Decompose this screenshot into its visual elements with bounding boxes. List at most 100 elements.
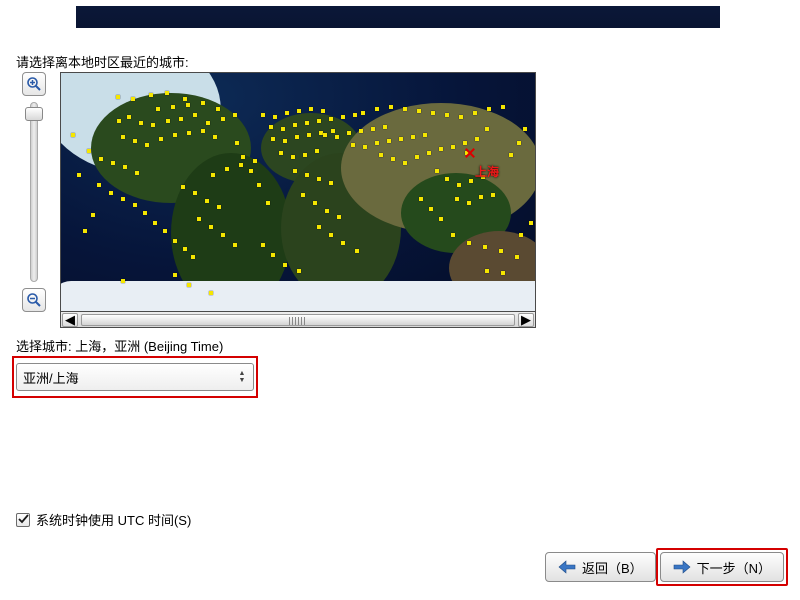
city-dot[interactable] xyxy=(313,201,317,205)
city-dot[interactable] xyxy=(499,249,503,253)
city-dot[interactable] xyxy=(317,225,321,229)
city-dot[interactable] xyxy=(221,233,225,237)
city-dot[interactable] xyxy=(335,135,339,139)
scroll-right-button[interactable]: ▶ xyxy=(518,313,534,327)
city-dot[interactable] xyxy=(399,137,403,141)
city-dot[interactable] xyxy=(249,169,253,173)
city-dot[interactable] xyxy=(337,215,341,219)
city-dot[interactable] xyxy=(116,95,120,99)
city-dot[interactable] xyxy=(193,191,197,195)
city-dot[interactable] xyxy=(151,123,155,127)
city-dot[interactable] xyxy=(455,197,459,201)
city-dot[interactable] xyxy=(201,101,205,105)
city-dot[interactable] xyxy=(353,113,357,117)
city-dot[interactable] xyxy=(153,221,157,225)
next-button[interactable]: 下一步（N） xyxy=(660,552,784,582)
city-dot[interactable] xyxy=(329,181,333,185)
city-dot[interactable] xyxy=(317,177,321,181)
timezone-combo[interactable]: 亚洲/上海 ▲▼ xyxy=(16,363,254,391)
city-dot[interactable] xyxy=(467,201,471,205)
city-dot[interactable] xyxy=(391,157,395,161)
city-dot[interactable] xyxy=(303,153,307,157)
city-dot[interactable] xyxy=(173,133,177,137)
city-dot[interactable] xyxy=(307,133,311,137)
city-dot[interactable] xyxy=(523,127,527,131)
city-dot[interactable] xyxy=(341,241,345,245)
city-dot[interactable] xyxy=(149,93,153,97)
city-dot[interactable] xyxy=(173,273,177,277)
city-dot[interactable] xyxy=(201,129,205,133)
city-dot[interactable] xyxy=(285,111,289,115)
city-dot[interactable] xyxy=(121,279,125,283)
city-dot[interactable] xyxy=(479,195,483,199)
city-dot[interactable] xyxy=(225,167,229,171)
city-dot[interactable] xyxy=(191,255,195,259)
city-dot[interactable] xyxy=(351,143,355,147)
city-dot[interactable] xyxy=(171,105,175,109)
city-dot[interactable] xyxy=(341,115,345,119)
map-hscrollbar[interactable]: ◀ ▶ xyxy=(60,312,536,328)
city-dot[interactable] xyxy=(463,141,467,145)
city-dot[interactable] xyxy=(501,271,505,275)
zoom-slider[interactable] xyxy=(30,102,38,282)
city-dot[interactable] xyxy=(261,113,265,117)
city-dot[interactable] xyxy=(315,149,319,153)
city-dot[interactable] xyxy=(445,113,449,117)
city-dot[interactable] xyxy=(91,213,95,217)
city-dot[interactable] xyxy=(305,121,309,125)
city-dot[interactable] xyxy=(359,129,363,133)
city-dot[interactable] xyxy=(293,169,297,173)
city-dot[interactable] xyxy=(529,221,533,225)
city-dot[interactable] xyxy=(467,241,471,245)
city-dot[interactable] xyxy=(216,107,220,111)
city-dot[interactable] xyxy=(387,139,391,143)
city-dot[interactable] xyxy=(269,125,273,129)
city-dot[interactable] xyxy=(321,109,325,113)
city-dot[interactable] xyxy=(99,157,103,161)
city-dot[interactable] xyxy=(403,161,407,165)
city-dot[interactable] xyxy=(429,207,433,211)
back-button[interactable]: 返回（B） xyxy=(545,552,656,582)
city-dot[interactable] xyxy=(117,119,121,123)
city-dot[interactable] xyxy=(121,197,125,201)
city-dot[interactable] xyxy=(305,173,309,177)
city-dot[interactable] xyxy=(187,283,191,287)
city-dot[interactable] xyxy=(375,107,379,111)
city-dot[interactable] xyxy=(323,133,327,137)
city-dot[interactable] xyxy=(485,127,489,131)
city-dot[interactable] xyxy=(206,121,210,125)
city-dot[interactable] xyxy=(181,185,185,189)
city-dot[interactable] xyxy=(291,155,295,159)
city-dot[interactable] xyxy=(131,97,135,101)
city-dot[interactable] xyxy=(485,269,489,273)
city-dot[interactable] xyxy=(156,107,160,111)
city-dot[interactable] xyxy=(295,135,299,139)
city-dot[interactable] xyxy=(257,183,261,187)
city-dot[interactable] xyxy=(361,111,365,115)
city-dot[interactable] xyxy=(457,183,461,187)
city-dot[interactable] xyxy=(209,225,213,229)
city-dot[interactable] xyxy=(166,119,170,123)
city-dot[interactable] xyxy=(329,117,333,121)
city-dot[interactable] xyxy=(483,245,487,249)
zoom-in-button[interactable] xyxy=(22,72,46,96)
city-dot[interactable] xyxy=(293,123,297,127)
city-dot[interactable] xyxy=(355,249,359,253)
city-dot[interactable] xyxy=(235,141,239,145)
city-dot[interactable] xyxy=(451,233,455,237)
city-dot[interactable] xyxy=(163,229,167,233)
zoom-out-button[interactable] xyxy=(22,288,46,312)
city-dot[interactable] xyxy=(501,105,505,109)
city-dot[interactable] xyxy=(415,155,419,159)
city-dot[interactable] xyxy=(127,115,131,119)
city-dot[interactable] xyxy=(97,183,101,187)
city-dot[interactable] xyxy=(281,127,285,131)
city-dot[interactable] xyxy=(221,117,225,121)
city-dot[interactable] xyxy=(233,113,237,117)
city-dot[interactable] xyxy=(439,217,443,221)
city-dot[interactable] xyxy=(491,193,495,197)
zoom-handle[interactable] xyxy=(25,107,43,121)
city-dot[interactable] xyxy=(383,125,387,129)
city-dot[interactable] xyxy=(139,121,143,125)
city-dot[interactable] xyxy=(445,177,449,181)
